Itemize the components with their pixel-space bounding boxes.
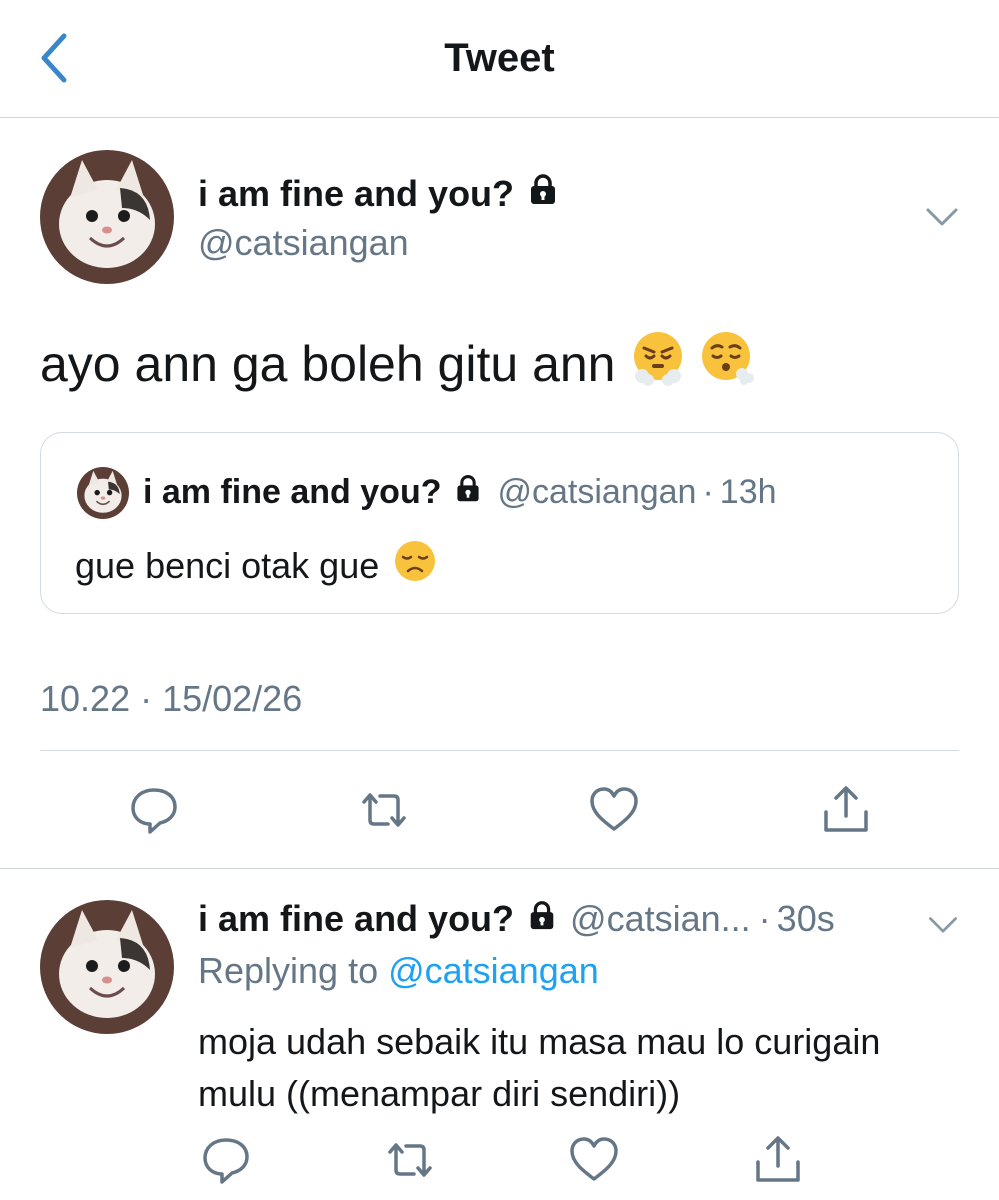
reply-separator: · [758, 898, 771, 939]
quoted-text: gue benci otak gue [75, 539, 437, 592]
tweet-actions [0, 784, 999, 844]
reply-display-name[interactable]: i am fine and you? [198, 898, 514, 940]
exhaling-face-icon [700, 330, 756, 398]
reply-text: moja udah sebaik itu masa mau lo curigai… [198, 1021, 881, 1114]
reply-icon [203, 1138, 249, 1184]
quoted-header: i am fine and you? @catsiangan · 13h [143, 473, 777, 512]
retweet-icon [388, 1143, 432, 1177]
reply-header: i am fine and you? @catsian... · 30s [198, 898, 835, 940]
replying-to: Replying to @catsiangan [198, 950, 599, 992]
tweet-menu-button[interactable] [922, 196, 962, 236]
reply-actions [0, 1134, 999, 1194]
share-button[interactable] [752, 1134, 804, 1186]
reply-button[interactable] [128, 784, 180, 836]
reply-button[interactable] [200, 1134, 252, 1186]
avatar[interactable] [40, 150, 174, 284]
divider [40, 750, 959, 751]
like-button[interactable] [568, 1134, 620, 1186]
share-button[interactable] [820, 784, 872, 836]
quoted-text-content: gue benci otak gue [75, 544, 380, 586]
top-bar: Tweet [0, 0, 999, 118]
retweet-button[interactable] [358, 784, 410, 836]
chevron-down-icon [926, 208, 958, 226]
quoted-tweet[interactable]: i am fine and you? @catsiangan · 13h gue… [40, 432, 959, 614]
share-icon [756, 1136, 800, 1182]
quoted-display-name: i am fine and you? [143, 473, 442, 511]
retweet-button[interactable] [384, 1134, 436, 1186]
section-divider [0, 868, 999, 869]
reply-handle[interactable]: @catsian... [570, 898, 751, 940]
like-button[interactable] [588, 784, 640, 836]
quoted-avatar [77, 467, 129, 519]
face-with-steam-icon [630, 330, 686, 398]
lock-icon [526, 898, 558, 940]
display-name-text: i am fine and you? [198, 172, 515, 214]
lock-icon [526, 172, 560, 215]
share-icon [824, 786, 868, 832]
tweet-text: ayo ann ga boleh gitu ann [40, 330, 756, 398]
reply-avatar[interactable] [40, 900, 174, 1034]
replying-to-label: Replying to [198, 950, 379, 991]
disappointed-face-icon [393, 539, 437, 592]
heart-icon [590, 787, 638, 831]
replying-to-mention[interactable]: @catsiangan [388, 950, 599, 991]
page-title: Tweet [444, 36, 555, 80]
chevron-down-icon [929, 917, 957, 933]
lock-icon [453, 473, 483, 512]
retweet-icon [362, 793, 406, 827]
tweet-timestamp: 10.22 · 15/02/26 [40, 678, 303, 719]
quoted-separator: · [702, 473, 714, 511]
user-handle[interactable]: @catsiangan [198, 222, 409, 264]
quoted-handle: @catsiangan [497, 473, 697, 511]
tweet-text-content: ayo ann ga boleh gitu ann [40, 336, 616, 392]
reply-icon [131, 788, 177, 834]
reply-menu-button[interactable] [924, 906, 962, 942]
heart-icon [570, 1137, 618, 1181]
display-name[interactable]: i am fine and you? [198, 172, 560, 215]
reply-time: 30s [776, 898, 835, 939]
quoted-time: 13h [719, 473, 777, 511]
